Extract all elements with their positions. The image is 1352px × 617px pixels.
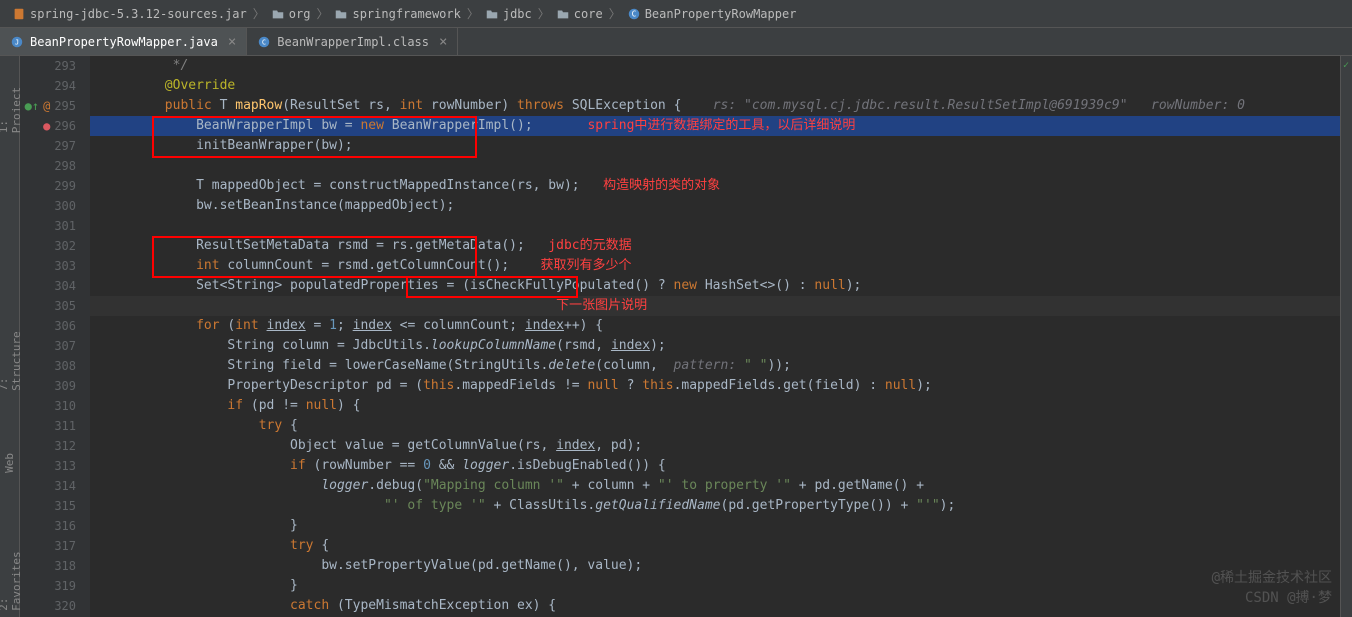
breadcrumb-item-jdbc[interactable]: jdbc xyxy=(481,7,536,21)
annotation-text: 下一张图片说明 xyxy=(556,298,647,313)
line-num: 306 xyxy=(54,316,76,336)
chevron-right-icon: 〉 xyxy=(538,5,550,22)
close-icon[interactable]: × xyxy=(439,34,447,50)
line-num: 314 xyxy=(54,476,76,496)
line-num: 310 xyxy=(54,396,76,416)
svg-text:J: J xyxy=(15,38,19,46)
line-num: 302 xyxy=(54,236,76,256)
line-num: 298 xyxy=(54,156,76,176)
svg-text:C: C xyxy=(631,9,636,18)
chevron-right-icon: 〉 xyxy=(253,5,265,22)
tool-window-sidebar: 1: Project 7: Structure Web 2: Favorites xyxy=(0,56,20,617)
svg-text:C: C xyxy=(262,38,266,46)
line-num: 296 xyxy=(54,116,76,136)
line-num: 313 xyxy=(54,456,76,476)
line-num: 319 xyxy=(54,576,76,596)
line-num: 318 xyxy=(54,556,76,576)
code-editor[interactable]: */ @Override public T mapRow(ResultSet r… xyxy=(90,56,1340,617)
line-num: 301 xyxy=(54,216,76,236)
breakpoint-icon[interactable]: ● xyxy=(43,116,50,136)
tab-beanpropertyrowmapper[interactable]: J BeanPropertyRowMapper.java × xyxy=(0,28,247,55)
annotation-text: spring中进行数据绑定的工具，以后详细说明 xyxy=(587,118,855,133)
breadcrumb-item-springframework[interactable]: springframework xyxy=(330,7,464,21)
annotation-text: 构造映射的类的对象 xyxy=(603,178,720,193)
line-num: 304 xyxy=(54,276,76,296)
line-num: 317 xyxy=(54,536,76,556)
line-num: 299 xyxy=(54,176,76,196)
annotation-text: jdbc的元数据 xyxy=(548,238,631,253)
line-num: 320 xyxy=(54,596,76,616)
line-num: 297 xyxy=(54,136,76,156)
line-num: 311 xyxy=(54,416,76,436)
sidebar-item-web[interactable]: Web xyxy=(3,447,16,479)
breadcrumb-item-class[interactable]: C BeanPropertyRowMapper xyxy=(623,7,801,21)
tab-label: BeanWrapperImpl.class xyxy=(277,35,429,49)
chevron-right-icon: 〉 xyxy=(316,5,328,22)
line-num: 316 xyxy=(54,516,76,536)
line-num: 295 xyxy=(54,96,76,116)
breadcrumb-item-core[interactable]: core xyxy=(552,7,607,21)
breadcrumb-item-org[interactable]: org xyxy=(267,7,315,21)
annotation-text: 获取列有多少个 xyxy=(540,258,631,273)
line-num: 307 xyxy=(54,336,76,356)
line-num: 303 xyxy=(54,256,76,276)
override-icon[interactable]: ●↑ xyxy=(25,96,39,116)
line-num: 294 xyxy=(54,76,76,96)
breadcrumb-item-jar[interactable]: spring-jdbc-5.3.12-sources.jar xyxy=(8,7,251,21)
line-num: 293 xyxy=(54,56,76,76)
close-icon[interactable]: × xyxy=(228,34,236,50)
chevron-right-icon: 〉 xyxy=(609,5,621,22)
breadcrumb: spring-jdbc-5.3.12-sources.jar 〉 org 〉 s… xyxy=(0,0,1352,28)
line-num: 312 xyxy=(54,436,76,456)
line-num: 308 xyxy=(54,356,76,376)
line-num: 305 xyxy=(54,296,76,316)
line-number-gutter[interactable]: 293 294 ●↑@295 ●296 297 298 299 300 301 … xyxy=(20,56,90,617)
line-num: 300 xyxy=(54,196,76,216)
line-num: 315 xyxy=(54,496,76,516)
check-icon: ✓ xyxy=(1343,60,1349,71)
editor-tabs: J BeanPropertyRowMapper.java × C BeanWra… xyxy=(0,28,1352,56)
tab-label: BeanPropertyRowMapper.java xyxy=(30,35,218,49)
chevron-right-icon: 〉 xyxy=(467,5,479,22)
error-stripe[interactable]: ✓ xyxy=(1340,56,1352,617)
line-num: 309 xyxy=(54,376,76,396)
tab-beanwrapperimpl[interactable]: C BeanWrapperImpl.class × xyxy=(247,28,458,55)
